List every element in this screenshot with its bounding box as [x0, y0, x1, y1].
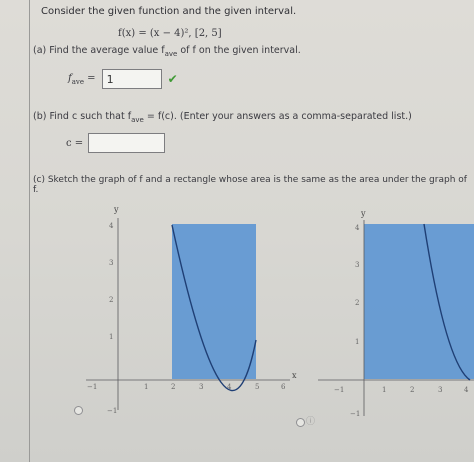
- checkmark-icon: ✔: [167, 72, 178, 86]
- x-tick-label: 4: [464, 386, 469, 394]
- part-a-label-sub: ave: [71, 77, 84, 86]
- part-b-answer-row: c =: [66, 133, 166, 153]
- y-tick-label: 1: [355, 338, 359, 346]
- info-icon[interactable]: ⓘ: [306, 414, 315, 427]
- part-a-label: fave =: [68, 73, 96, 86]
- part-b-question-text: (b) Find c such that f: [33, 111, 132, 122]
- y-axis-label: y: [113, 205, 119, 214]
- x-tick-label: 2: [410, 386, 414, 394]
- graph-option-2-radio[interactable]: [296, 418, 305, 427]
- x-axis-label: x: [292, 371, 297, 380]
- x-tick-label: 1: [144, 383, 148, 391]
- left-divider: [29, 0, 30, 462]
- area-rectangle: [172, 224, 256, 379]
- y-tick-label: −1: [107, 407, 117, 415]
- part-a-equals: =: [87, 72, 96, 84]
- y-tick-label: 2: [355, 299, 359, 307]
- part-c-question: (c) Sketch the graph of f and a rectangl…: [33, 175, 467, 195]
- graph-option-1[interactable]: y x 4 3 2 1 −1 −1 1 2 3 4 5 6: [78, 198, 298, 418]
- x-tick-label: 1: [382, 386, 386, 394]
- graph-option-2[interactable]: y 4 3 2 1 −1 −1 1 2 3 4: [318, 204, 474, 420]
- area-rectangle: [364, 224, 474, 379]
- x-tick-label: 2: [171, 383, 175, 391]
- part-a-question-sub: ave: [164, 49, 178, 58]
- part-a-question: (a) Find the average value fave of f on …: [33, 45, 301, 58]
- function-statement: f(x) = (x − 4)², [2, 5]: [118, 28, 222, 39]
- x-tick-label: 5: [255, 383, 259, 391]
- part-b-label: c =: [66, 137, 84, 149]
- x-tick-label: 3: [438, 386, 442, 394]
- y-tick-label: −1: [350, 410, 360, 418]
- part-b-question-sub: ave: [131, 115, 144, 124]
- part-b-answer-input[interactable]: [88, 133, 166, 153]
- part-a-answer-row: fave = ✔: [68, 68, 178, 90]
- graph-option-1-radio[interactable]: [74, 406, 83, 415]
- y-tick-label: 3: [109, 259, 113, 267]
- y-tick-label: 2: [109, 296, 113, 304]
- part-a-question-tail: of f on the given interval.: [177, 45, 301, 56]
- part-a-answer-input[interactable]: [101, 69, 162, 89]
- part-a-question-text: (a) Find the average value f: [33, 45, 165, 56]
- problem-prompt: Consider the given function and the give…: [41, 6, 297, 17]
- x-tick-label: −1: [334, 386, 344, 394]
- y-tick-label: 4: [355, 224, 360, 232]
- x-tick-label: 4: [227, 383, 232, 391]
- y-tick-label: 1: [109, 333, 113, 341]
- y-tick-label: 3: [355, 261, 359, 269]
- x-tick-label: −1: [87, 383, 97, 391]
- y-tick-label: 4: [109, 222, 114, 230]
- part-b-question-tail: = f(c). (Enter your answers as a comma-s…: [143, 111, 412, 122]
- part-b-question: (b) Find c such that fave = f(c). (Enter…: [33, 111, 412, 124]
- y-axis-label: y: [360, 209, 366, 218]
- x-tick-label: 3: [199, 383, 203, 391]
- x-tick-label: 6: [281, 383, 286, 391]
